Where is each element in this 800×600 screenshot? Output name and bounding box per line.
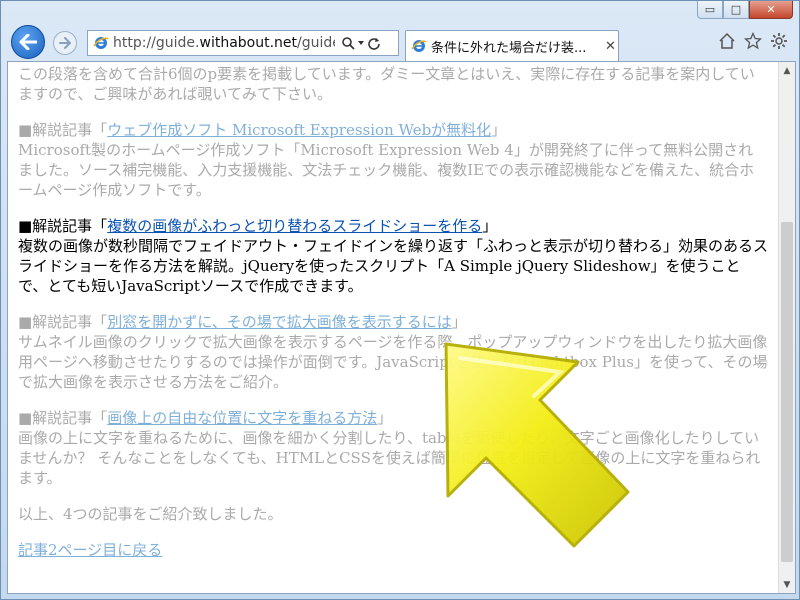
article-paragraph-2-highlighted: ■解説記事「複数の画像がふわっと切り替わるスライドショーを作る」 複数の画像が数… <box>18 216 768 296</box>
article-body: Microsoft製のホームページ作成ソフト「Microsoft Express… <box>18 141 755 199</box>
ie-page-icon <box>411 40 427 52</box>
article-link-4[interactable]: 画像上の自由な位置に文字を重ねる方法 <box>107 409 377 427</box>
article-link-3[interactable]: 別窓を開かずに、その場で拡大画像を表示するには <box>107 313 452 331</box>
article-prefix: ■解説記事「 <box>18 217 108 235</box>
address-tools <box>341 36 381 50</box>
maximize-button[interactable]: □ <box>723 1 749 19</box>
forward-arrow-icon <box>59 37 71 49</box>
article-link-2[interactable]: 複数の画像がふわっと切り替わるスライドショーを作る <box>107 217 482 235</box>
article-suffix: 」 <box>377 409 393 427</box>
page-content: この段落を含めて合計6個のp要素を掲載しています。ダミー文章とはいえ、実際に存在… <box>18 64 768 576</box>
article-prefix: ■解説記事「 <box>18 121 108 139</box>
refresh-icon[interactable] <box>367 36 381 50</box>
page-viewport: この段落を含めて合計6個のp要素を掲載しています。ダミー文章とはいえ、実際に存在… <box>7 61 796 594</box>
browser-tab-active[interactable]: 条件に外れた場合だけ装... ✕ <box>405 30 619 61</box>
favorites-star-icon[interactable] <box>743 31 763 51</box>
dropdown-chevron-icon[interactable] <box>357 39 365 47</box>
article-body: 複数の画像が数秒間隔でフェイドアウト・フェイドインを繰り返す「ふわっと表示が切り… <box>18 237 769 295</box>
article-suffix: 」 <box>482 217 498 235</box>
minimize-button[interactable]: ▭ <box>697 1 723 19</box>
article-paragraph-3: ■解説記事「別窓を開かずに、その場で拡大画像を表示するには」 サムネイル画像のク… <box>18 312 768 392</box>
caption-buttons: ▭ □ ✕ <box>697 1 793 19</box>
back-to-page-2-link[interactable]: 記事2ページ目に戻る <box>18 541 162 559</box>
browser-window: ▭ □ ✕ http://guide.withabout.net/guide/g <box>0 0 800 600</box>
scroll-down-arrow-icon[interactable]: ▼ <box>779 576 795 593</box>
url-path: /guide/g <box>297 35 335 51</box>
scrollbar-thumb[interactable] <box>781 222 793 562</box>
toolbar-icons <box>717 31 789 51</box>
home-icon[interactable] <box>717 31 737 51</box>
article-prefix: ■解説記事「 <box>18 409 108 427</box>
settings-gear-icon[interactable] <box>769 31 789 51</box>
article-paragraph-1: ■解説記事「ウェブ作成ソフト Microsoft Expression Webが… <box>18 120 768 200</box>
article-prefix: ■解説記事「 <box>18 313 108 331</box>
article-paragraph-4: ■解説記事「画像上の自由な位置に文字を重ねる方法」 画像の上に文字を重ねるために… <box>18 408 768 488</box>
back-button[interactable] <box>11 25 45 59</box>
search-icon[interactable] <box>341 36 355 50</box>
url-domain: withabout.net <box>199 35 298 51</box>
article-body: サムネイル画像のクリックで拡大画像を表示するページを作る際、ポップアップウィンド… <box>18 333 768 391</box>
back-link-paragraph: 記事2ページ目に戻る <box>18 540 768 560</box>
ie-page-icon <box>93 37 109 49</box>
article-link-1[interactable]: ウェブ作成ソフト Microsoft Expression Webが無料化 <box>107 121 491 139</box>
back-arrow-icon <box>19 34 37 50</box>
address-bar[interactable]: http://guide.withabout.net/guide/g <box>87 30 399 56</box>
tab-title: 条件に外れた場合だけ装... <box>431 40 587 56</box>
intro-paragraph: この段落を含めて合計6個のp要素を掲載しています。ダミー文章とはいえ、実際に存在… <box>18 65 755 103</box>
closing-paragraph: 以上、4つの記事をご紹介致しました。 <box>18 505 283 523</box>
tab-close-button[interactable]: ✕ <box>605 39 616 54</box>
article-body: 画像の上に文字を重ねるために、画像を細かく分割したり、tableを駆使したり、文… <box>18 429 761 487</box>
navigation-bar: http://guide.withabout.net/guide/g <box>7 25 793 61</box>
vertical-scrollbar[interactable]: ▲ ▼ <box>778 62 795 593</box>
scroll-up-arrow-icon[interactable]: ▲ <box>779 62 795 79</box>
address-url: http://guide.withabout.net/guide/g <box>113 35 335 51</box>
close-window-button[interactable]: ✕ <box>749 1 793 19</box>
url-prefix: http://guide. <box>113 35 200 51</box>
forward-button[interactable] <box>53 31 77 55</box>
article-suffix: 」 <box>491 121 507 139</box>
article-suffix: 」 <box>451 313 467 331</box>
